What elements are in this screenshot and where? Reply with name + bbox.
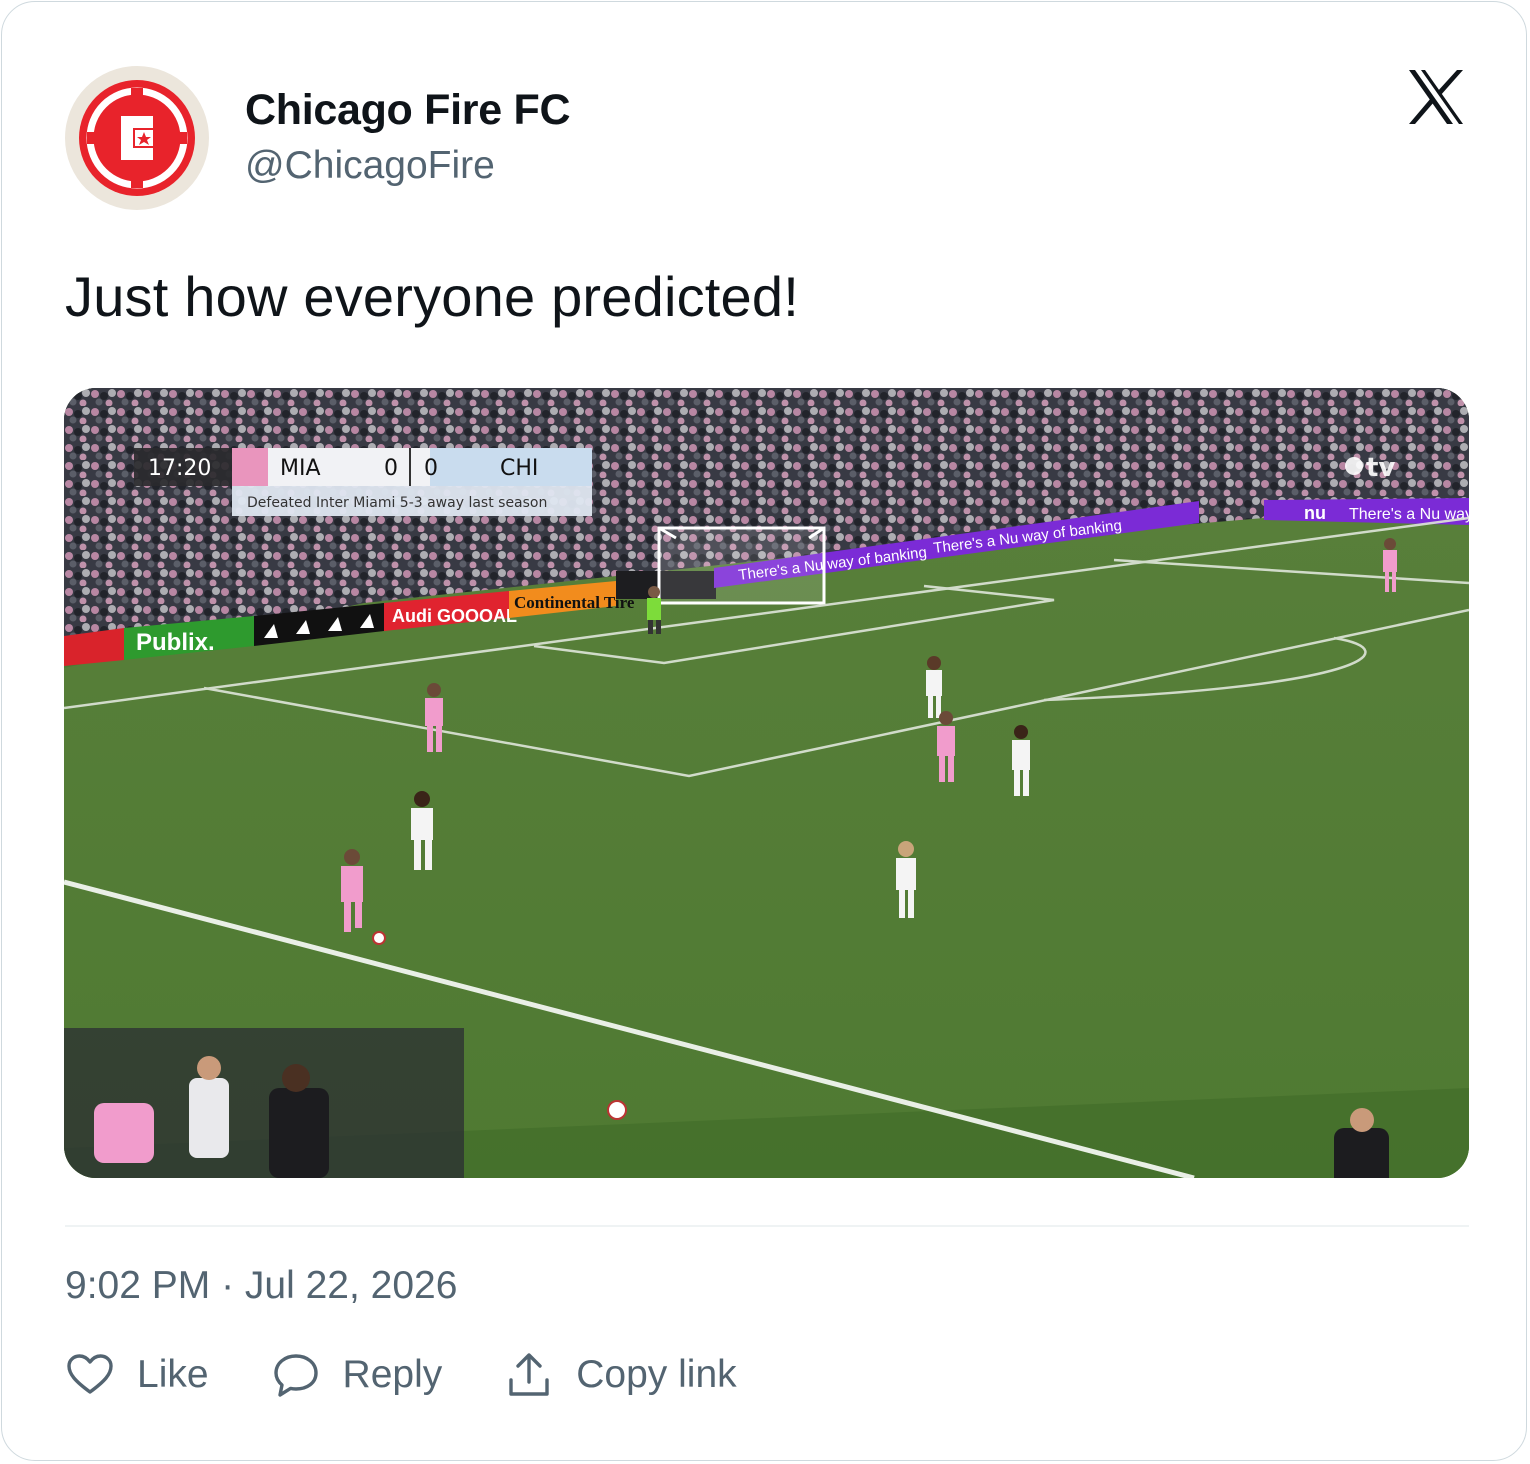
- home-score: 0: [384, 456, 398, 481]
- like-button[interactable]: Like: [65, 1350, 209, 1400]
- heart-icon: [67, 1354, 113, 1394]
- like-label: Like: [137, 1353, 209, 1396]
- soccer-match-scene: Publix. Audi GOOOAL Continental Tire The…: [64, 388, 1469, 1178]
- share-upload-icon: [509, 1353, 549, 1396]
- match-clock: 17:20: [148, 456, 211, 481]
- nu-logo: nu: [1304, 503, 1326, 523]
- copy-link-label: Copy link: [576, 1353, 737, 1396]
- post-card: Chicago Fire FC @ChicagoFire Just how ev…: [1, 1, 1527, 1461]
- account-name[interactable]: Chicago Fire FC: [245, 86, 571, 135]
- account-handle[interactable]: @ChicagoFire: [245, 144, 495, 188]
- audi-ad: Audi GOOOAL: [392, 606, 517, 626]
- copy-link-button[interactable]: Copy link: [504, 1350, 737, 1400]
- scoreboard-caption: Defeated Inter Miami 5-3 away last seaso…: [247, 495, 547, 511]
- away-team: CHI: [500, 456, 538, 481]
- reply-button[interactable]: Reply: [271, 1350, 443, 1400]
- x-logo-icon[interactable]: [1407, 68, 1465, 126]
- reply-label: Reply: [342, 1353, 443, 1396]
- avatar[interactable]: [65, 66, 209, 210]
- away-score: 0: [424, 456, 438, 481]
- chicago-fire-crest-icon: [65, 66, 209, 210]
- speech-bubble-icon: [273, 1354, 318, 1397]
- post-timestamp[interactable]: 9:02 PM · Jul 22, 2026: [65, 1264, 457, 1308]
- home-team: MIA: [280, 456, 321, 481]
- post-text: Just how everyone predicted!: [65, 265, 800, 328]
- action-bar: Like Reply Copy link: [65, 1342, 799, 1408]
- svg-text:tv: tv: [1366, 453, 1395, 483]
- divider: [65, 1225, 1469, 1227]
- post-video[interactable]: Publix. Audi GOOOAL Continental Tire The…: [64, 388, 1469, 1178]
- publix-ad: Publix.: [136, 629, 215, 656]
